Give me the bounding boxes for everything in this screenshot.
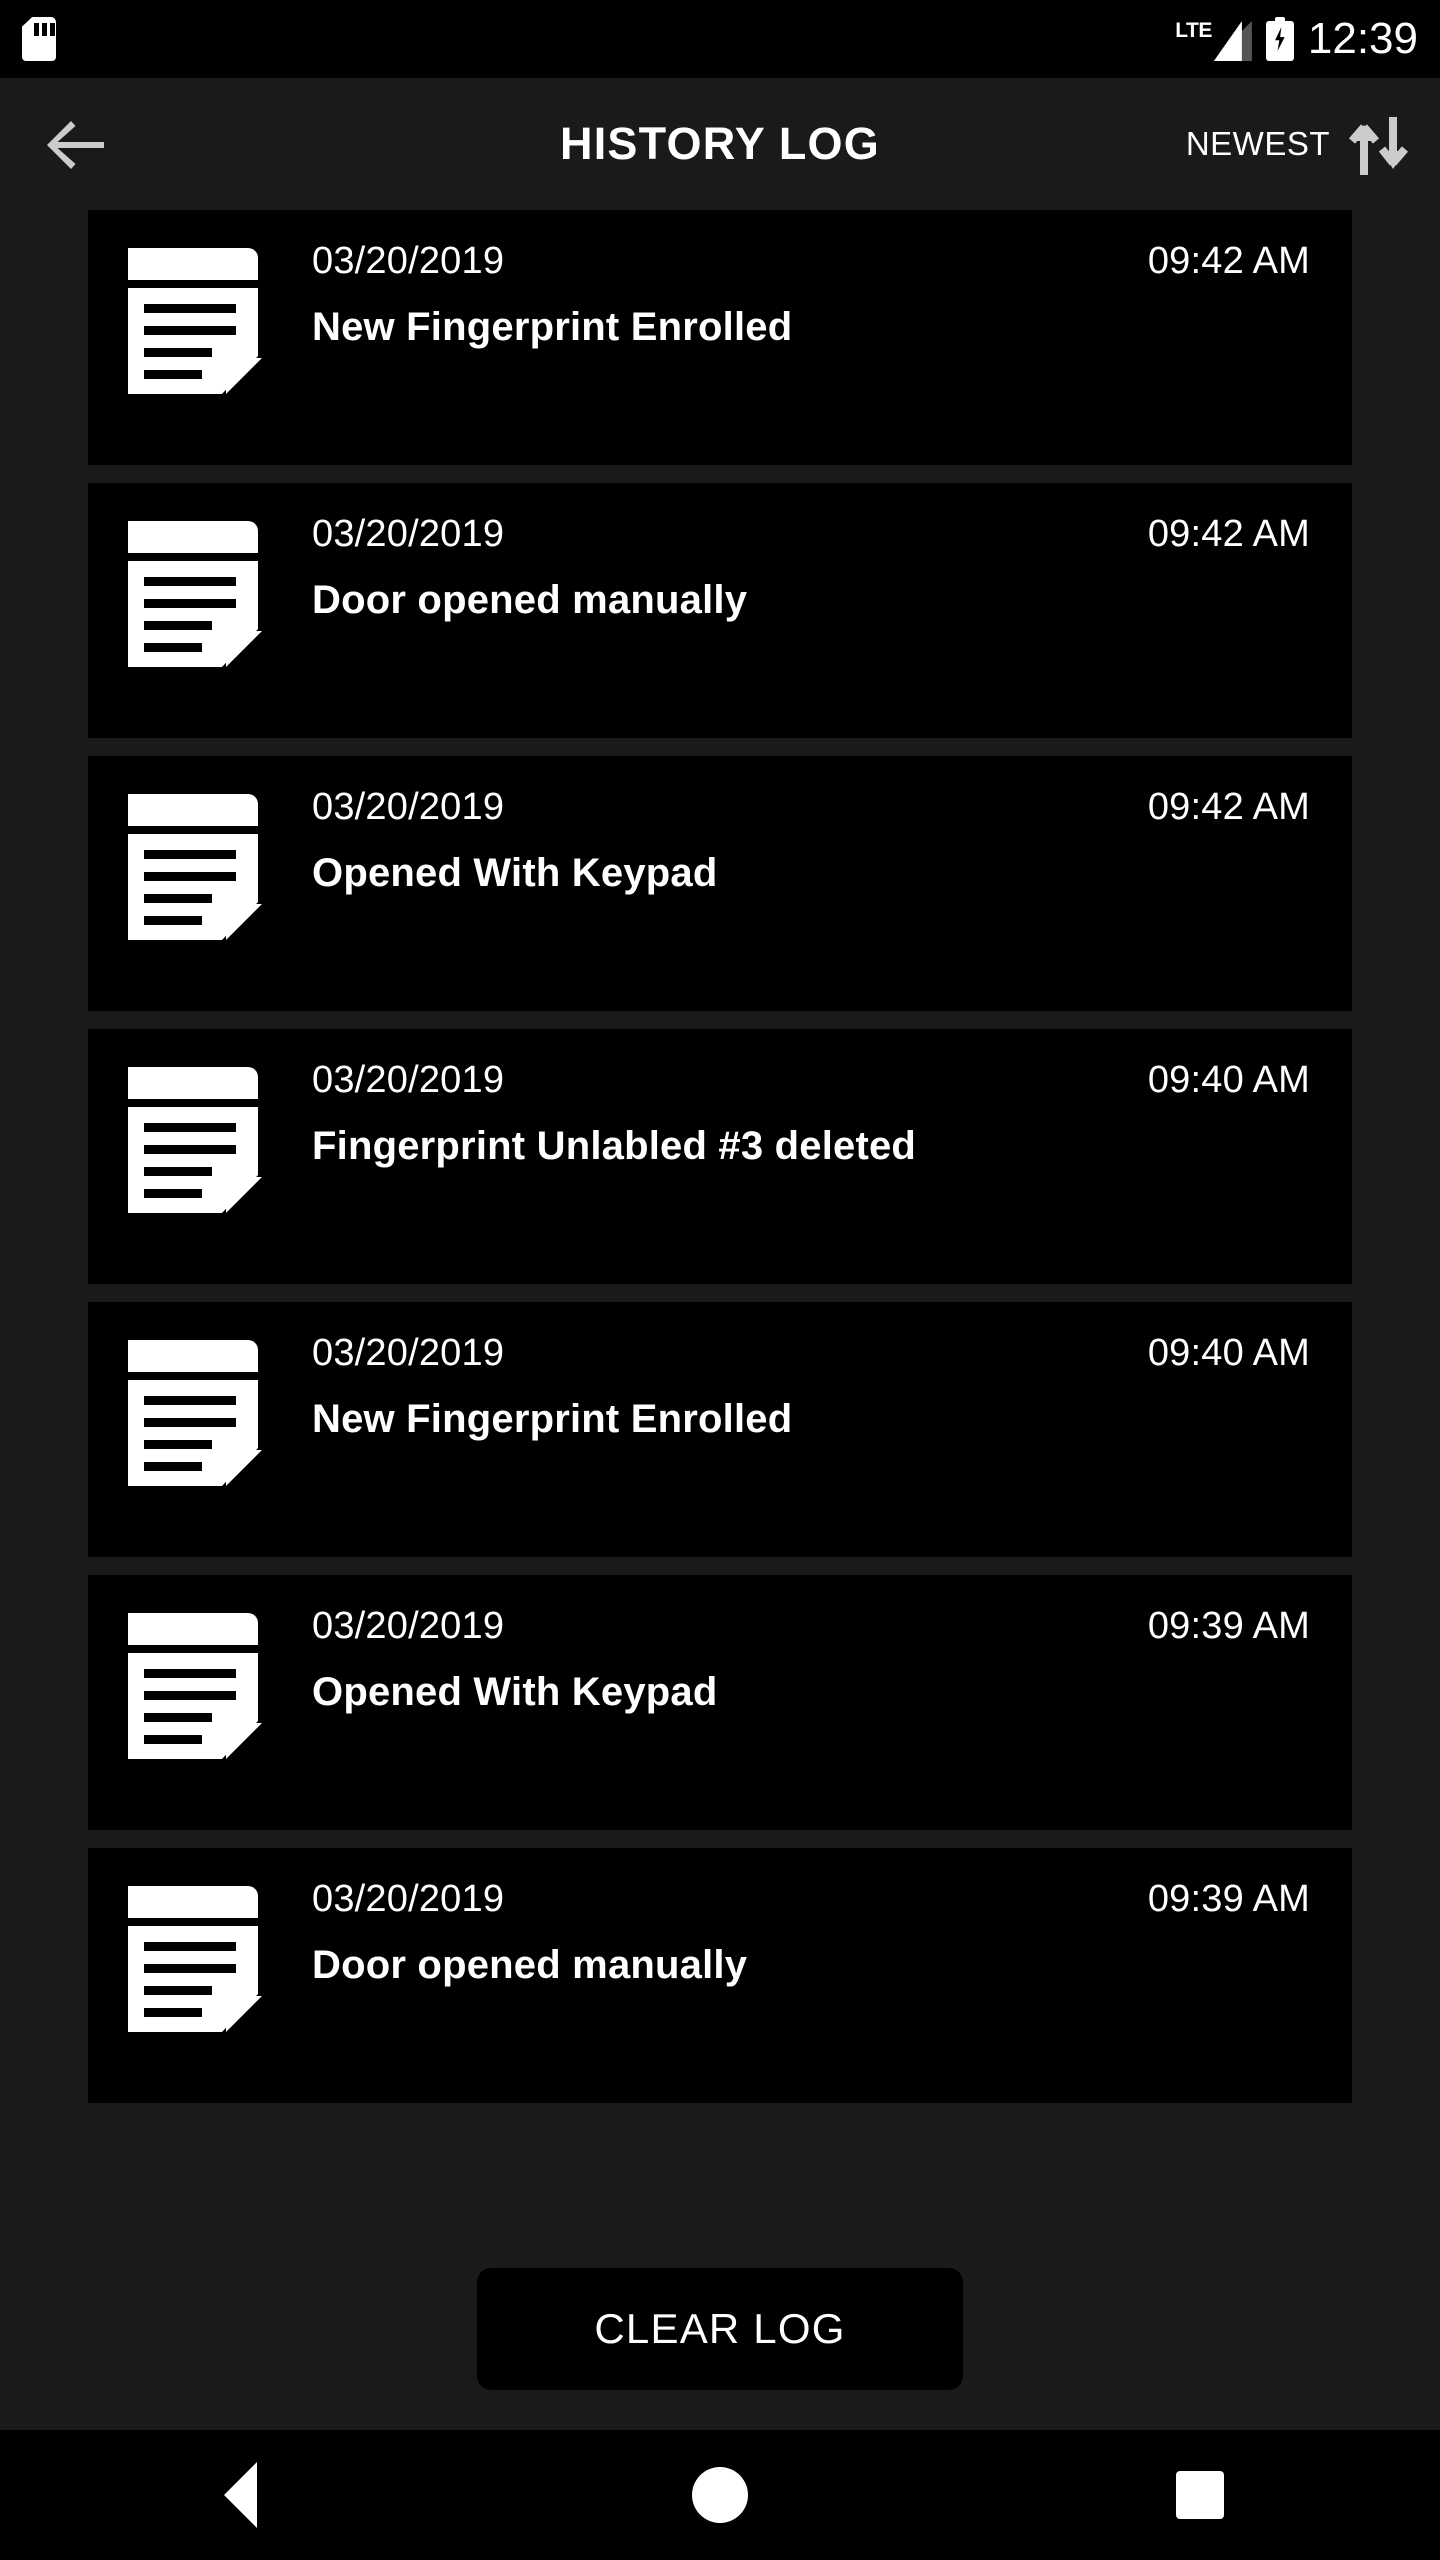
status-bar: LTE 12:39 (0, 0, 1440, 78)
status-bar-left (22, 17, 56, 61)
log-entry-time: 09:42 AM (1147, 786, 1310, 828)
nav-recents-icon (1176, 2471, 1224, 2519)
status-bar-clock: 12:39 (1307, 14, 1418, 63)
log-entry-date: 03/20/2019 (312, 513, 505, 555)
back-button[interactable] (30, 99, 120, 189)
log-entry-date: 03/20/2019 (312, 240, 505, 282)
log-entry-date: 03/20/2019 (312, 1605, 505, 1647)
sort-control[interactable]: NEWEST (1186, 109, 1410, 179)
history-log-list-container[interactable]: 03/20/2019 09:42 AM New Fingerprint Enroll… (0, 210, 1440, 2240)
log-entry-text: 03/20/2019 09:40 AM New Fingerprint Enroll… (272, 1330, 1318, 1442)
log-entry-time: 09:39 AM (1147, 1605, 1310, 1647)
log-entry-text: 03/20/2019 09:39 AM Opened With Keypad (272, 1603, 1318, 1715)
clear-log-button[interactable]: CLEAR LOG (477, 2268, 963, 2390)
log-entry-time: 09:40 AM (1147, 1332, 1310, 1374)
log-entry-row[interactable]: 03/20/2019 09:40 AM Fingerprint Unlabled #… (88, 1029, 1352, 1284)
document-icon (122, 244, 272, 399)
battery-charging-icon (1265, 17, 1294, 61)
sort-up-down-icon[interactable] (1348, 109, 1410, 179)
log-entry-date: 03/20/2019 (312, 1332, 505, 1374)
sd-card-icon (22, 17, 56, 61)
sort-order-label: NEWEST (1185, 125, 1330, 162)
log-entry-time: 09:42 AM (1147, 240, 1310, 282)
document-icon (122, 1063, 272, 1218)
nav-recents-button[interactable] (960, 2430, 1440, 2560)
network-type-label: LTE (1175, 19, 1212, 42)
log-entry-date: 03/20/2019 (312, 786, 505, 828)
nav-home-button[interactable] (480, 2430, 960, 2560)
android-nav-bar (0, 2430, 1440, 2560)
log-entry-row[interactable]: 03/20/2019 09:40 AM New Fingerprint Enroll… (88, 1302, 1352, 1557)
arrow-left-icon (47, 121, 104, 169)
log-entry-event: New Fingerprint Enrolled (312, 1397, 793, 1441)
nav-home-icon (692, 2467, 748, 2523)
log-entry-text: 03/20/2019 09:42 AM New Fingerprint Enroll… (272, 238, 1318, 350)
nav-back-button[interactable] (0, 2430, 480, 2560)
log-entry-event: Door opened manually (312, 578, 748, 622)
log-entry-row[interactable]: 03/20/2019 09:42 AM Opened With Keypad (88, 756, 1352, 1011)
log-entry-row[interactable]: 03/20/2019 09:42 AM Door opened manually (88, 483, 1352, 738)
log-entry-row[interactable]: 03/20/2019 09:42 AM New Fingerprint Enroll… (88, 210, 1352, 465)
document-icon (122, 517, 272, 672)
log-entry-event: Opened With Keypad (312, 1670, 718, 1714)
document-icon (122, 1336, 272, 1491)
log-entry-time: 09:39 AM (1147, 1878, 1310, 1920)
footer-actions: CLEAR LOG (0, 2240, 1440, 2430)
log-entry-text: 03/20/2019 09:40 AM Fingerprint Unlabled #… (272, 1057, 1318, 1169)
log-entry-date: 03/20/2019 (312, 1878, 505, 1920)
log-entry-text: 03/20/2019 09:42 AM Opened With Keypad (272, 784, 1318, 896)
app-bar: HISTORY LOG NEWEST (0, 78, 1440, 210)
log-entry-row[interactable]: 03/20/2019 09:39 AM Opened With Keypad (88, 1575, 1352, 1830)
document-icon (122, 1882, 272, 2037)
log-entry-text: 03/20/2019 09:39 AM Door opened manually (272, 1876, 1318, 1988)
nav-back-icon (223, 2462, 257, 2528)
phone-screen: LTE 12:39 HISTORY LOG NEWEST 03/20/2019 … (0, 0, 1440, 2560)
history-log-list: 03/20/2019 09:42 AM New Fingerprint Enroll… (0, 210, 1440, 2103)
document-icon (122, 1609, 272, 1764)
log-entry-event: Opened With Keypad (312, 851, 718, 895)
log-entry-time: 09:40 AM (1147, 1059, 1310, 1101)
log-entry-event: New Fingerprint Enrolled (312, 305, 793, 349)
log-entry-time: 09:42 AM (1147, 513, 1310, 555)
log-entry-text: 03/20/2019 09:42 AM Door opened manually (272, 511, 1318, 623)
document-icon (122, 790, 272, 945)
log-entry-event: Fingerprint Unlabled #3 deleted (312, 1124, 917, 1168)
status-bar-right: LTE 12:39 (1175, 17, 1418, 61)
log-entry-row[interactable]: 03/20/2019 09:39 AM Door opened manually (88, 1848, 1352, 2103)
log-entry-date: 03/20/2019 (312, 1059, 505, 1101)
signal-bars-icon: LTE (1175, 17, 1252, 61)
log-entry-event: Door opened manually (312, 1943, 748, 1987)
